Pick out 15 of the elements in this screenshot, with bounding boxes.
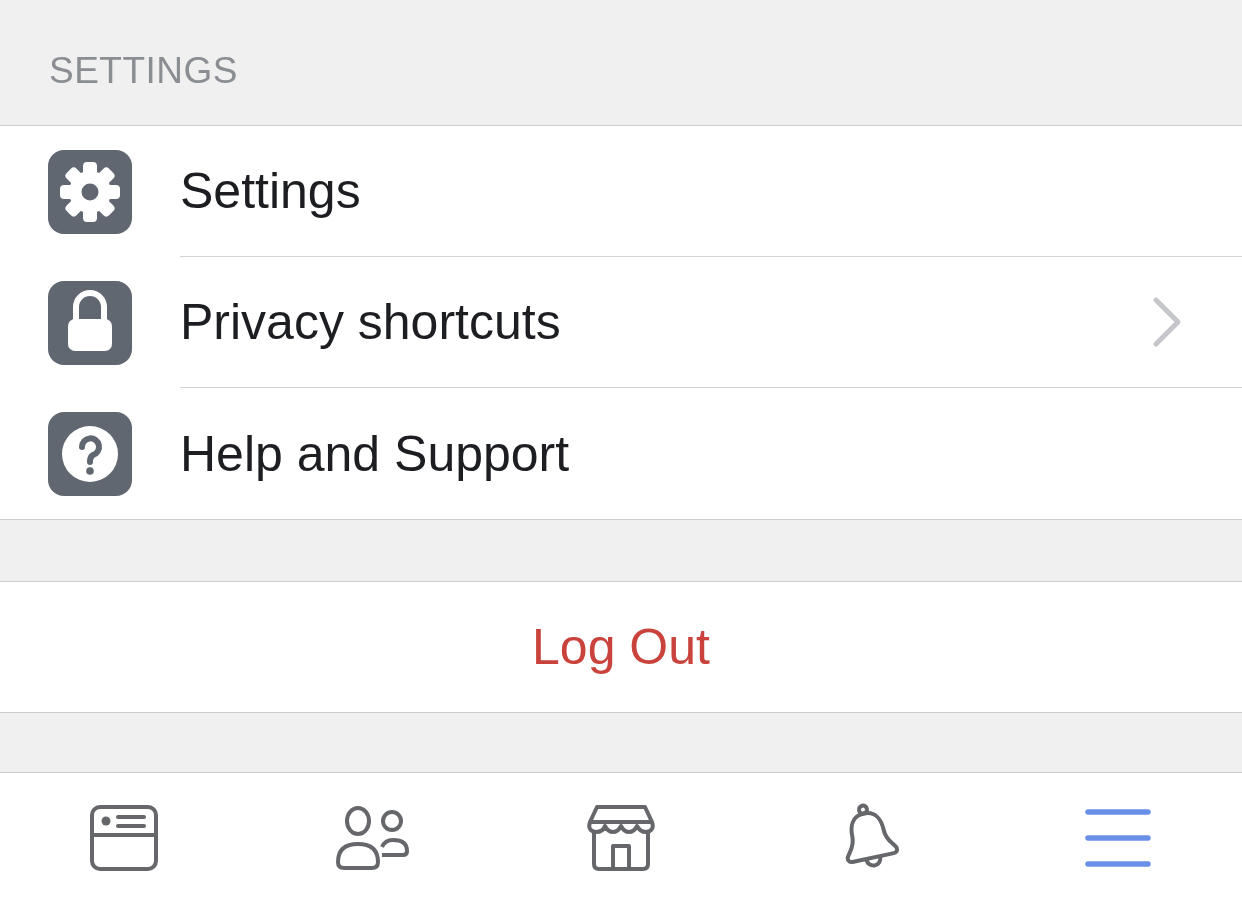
nav-tab[interactable] [585, 805, 657, 871]
help-icon [48, 411, 132, 496]
settings-item[interactable]: Settings [0, 126, 1242, 257]
feed-card-icon [90, 805, 159, 871]
nav-tab[interactable] [1084, 808, 1151, 868]
nav-tab[interactable] [335, 805, 410, 871]
storefront-icon [585, 805, 657, 871]
gear-icon [48, 149, 132, 234]
nav-tab[interactable] [90, 805, 159, 871]
section-title: SETTINGS [49, 50, 239, 91]
menu-icon [1084, 808, 1151, 868]
lock-icon [48, 280, 132, 365]
settings-item[interactable]: Privacy shortcuts [0, 257, 1242, 388]
people-icon [335, 805, 410, 871]
settings-item[interactable]: Help and Support [0, 388, 1242, 519]
